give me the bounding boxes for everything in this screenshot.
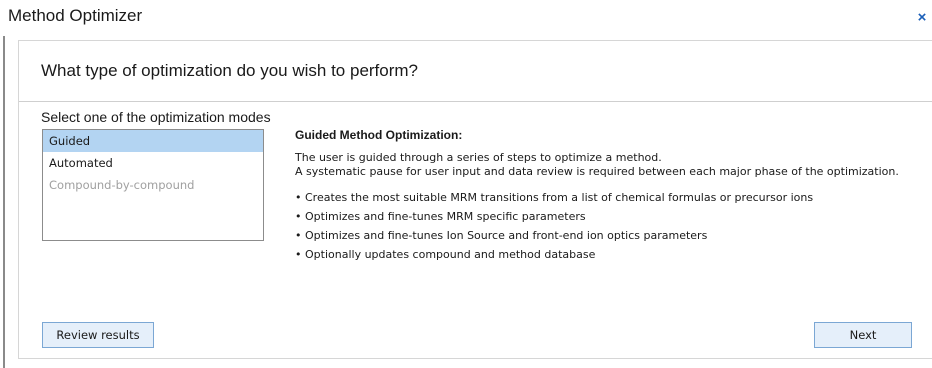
- mode-item-compound-by-compound: Compound-by-compound: [49, 178, 195, 192]
- divider: [19, 101, 932, 102]
- window-title: Method Optimizer: [8, 6, 143, 25]
- review-results-button[interactable]: Review results: [42, 322, 154, 348]
- feature-item: • Optionally updates compound and method …: [295, 245, 915, 264]
- description-line: A systematic pause for user input and da…: [295, 165, 899, 178]
- bullet-icon: •: [295, 210, 302, 223]
- feature-item: • Optimizes and fine-tunes MRM specific p…: [295, 207, 915, 226]
- mode-item-guided[interactable]: Guided: [43, 130, 263, 152]
- bullet-icon: •: [295, 248, 302, 261]
- next-button[interactable]: Next: [814, 322, 912, 348]
- description-title: Guided Method Optimization:: [295, 128, 463, 142]
- window-left-border: [3, 36, 5, 368]
- feature-text: Optimizes and fine-tunes Ion Source and …: [305, 229, 708, 242]
- description-line: The user is guided through a series of s…: [295, 151, 662, 164]
- mode-item-automated[interactable]: Automated: [43, 152, 263, 174]
- feature-text: Optimizes and fine-tunes MRM specific pa…: [305, 210, 586, 223]
- feature-list: • Creates the most suitable MRM transitio…: [295, 188, 915, 264]
- feature-text: Creates the most suitable MRM transition…: [305, 191, 814, 204]
- close-icon[interactable]: ×: [914, 10, 930, 26]
- feature-item: • Optimizes and fine-tunes Ion Source and…: [295, 226, 915, 245]
- optimization-panel: What type of optimization do you wish to…: [18, 40, 932, 359]
- mode-description: Guided Method Optimization: The user is …: [295, 128, 915, 264]
- feature-text: Optionally updates compound and method d…: [305, 248, 596, 261]
- bullet-icon: •: [295, 191, 302, 204]
- optimization-mode-list[interactable]: Guided Automated Compound-by-compound: [42, 129, 264, 241]
- mode-select-label: Select one of the optimization modes: [41, 109, 271, 125]
- title-bar: Method Optimizer ×: [0, 0, 932, 40]
- page-question: What type of optimization do you wish to…: [41, 61, 419, 80]
- bullet-icon: •: [295, 229, 302, 242]
- feature-item: • Creates the most suitable MRM transitio…: [295, 188, 915, 207]
- method-optimizer-dialog: Method Optimizer × What type of optimiza…: [0, 0, 932, 368]
